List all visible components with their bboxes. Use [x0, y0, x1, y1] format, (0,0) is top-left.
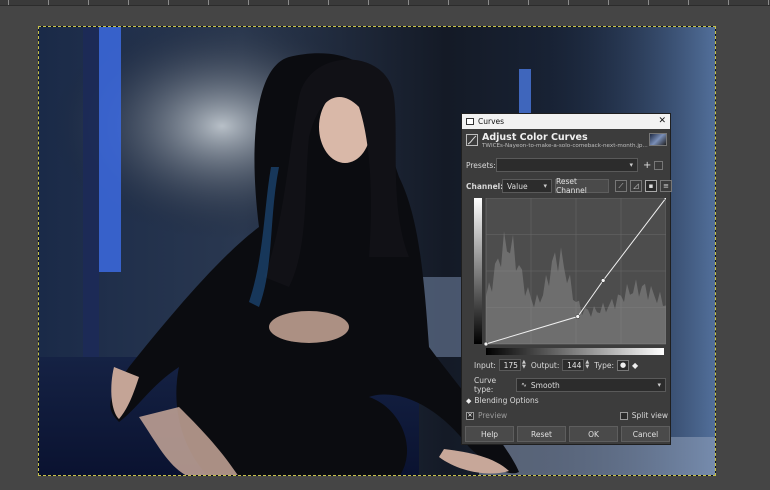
ok-button[interactable]: OK [569, 426, 618, 442]
ruler-tick [288, 0, 289, 5]
image-filename: TWICEs-Nayeon-to-make-a-solo-comeback-ne… [482, 143, 648, 149]
presets-label: Presets: [466, 160, 496, 170]
add-preset-icon[interactable]: + [643, 160, 651, 171]
ruler-tick [608, 0, 609, 5]
ruler-tick [488, 0, 489, 5]
ruler-tick [648, 0, 649, 5]
curve-type-combo[interactable]: ∿ Smooth ▾ [516, 378, 666, 392]
curve-type-row: Curve type: ∿ Smooth ▾ [466, 376, 666, 394]
split-view-label[interactable]: Split view [632, 411, 668, 420]
curve-control-point[interactable] [575, 314, 581, 319]
chevron-down-icon: ▾ [629, 161, 633, 169]
reset-button[interactable]: Reset [517, 426, 566, 442]
linear-histogram-icon[interactable]: ⟋ [615, 180, 627, 192]
curve-type-value: Smooth [530, 380, 560, 390]
curve-type-label: Curve type: [474, 376, 497, 394]
curves-icon [466, 134, 478, 146]
curve-control-point[interactable] [483, 341, 489, 347]
dialog-titlebar[interactable]: Curves ✕ [462, 114, 670, 129]
ruler-tick [448, 0, 449, 5]
output-label: Output: [530, 360, 560, 370]
ruler-tick [48, 0, 49, 5]
curve-graph[interactable] [474, 195, 669, 347]
chevron-down-icon: ▾ [543, 182, 547, 190]
manage-presets-icon[interactable] [654, 160, 664, 170]
ruler-tick [248, 0, 249, 5]
image-editor-workspace: Curves ✕ Adjust Color Curves TWICEs-Naye… [0, 0, 770, 490]
window-icon [466, 118, 474, 125]
input-label: Input: [474, 360, 496, 370]
top-ruler[interactable] [0, 0, 770, 6]
curves-dialog: Curves ✕ Adjust Color Curves TWICEs-Naye… [461, 113, 672, 445]
preview-row: ✕ Preview Split view [466, 411, 668, 420]
ruler-tick [8, 0, 9, 5]
ruler-tick [328, 0, 329, 5]
presets-row: Presets: ▾ + [466, 158, 664, 172]
output-gradient-bar [474, 198, 482, 344]
ruler-tick [768, 0, 769, 5]
split-view-checkbox[interactable] [619, 411, 628, 420]
list-view-icon[interactable]: ≡ [660, 180, 672, 192]
chevron-down-icon: ▾ [657, 381, 661, 389]
dialog-buttons: Help Reset OK Cancel [465, 426, 670, 442]
smooth-curve-icon: ∿ [521, 381, 527, 389]
dialog-heading: Adjust Color Curves [482, 132, 588, 143]
close-icon[interactable]: ✕ [658, 117, 666, 126]
dialog-window-title: Curves [478, 117, 505, 126]
help-button[interactable]: Help [465, 426, 514, 442]
expander-icon[interactable]: ◆ [466, 397, 471, 405]
channel-value: Value [507, 181, 528, 191]
ruler-tick [688, 0, 689, 5]
cancel-button[interactable]: Cancel [621, 426, 670, 442]
channel-label: Channel: [466, 181, 504, 191]
type-label: Type: [594, 360, 615, 370]
input-output-row: Input: 175 ▲ ▼ Output: 144 ▲ ▼ Type: ● ◆ [466, 359, 638, 371]
curve-editor[interactable] [474, 195, 669, 347]
ruler-tick [128, 0, 129, 5]
input-spinner-arrows[interactable]: ▲ ▼ [522, 360, 526, 370]
ruler-tick [568, 0, 569, 5]
image-thumbnail [649, 133, 667, 146]
curve-control-point[interactable] [600, 278, 606, 283]
blending-options-label[interactable]: Blending Options [474, 396, 538, 405]
ruler-tick [728, 0, 729, 5]
channel-combo[interactable]: Value ▾ [502, 179, 552, 193]
presets-combo[interactable]: ▾ [496, 158, 638, 172]
preview-checkbox[interactable]: ✕ [466, 411, 474, 420]
preview-label[interactable]: Preview [478, 411, 507, 420]
input-gradient-bar [486, 348, 664, 355]
input-spinner[interactable]: 175 [498, 359, 521, 371]
ruler-tick [368, 0, 369, 5]
dialog-header: Adjust Color Curves TWICEs-Nayeon-to-mak… [462, 130, 670, 152]
ruler-tick [528, 0, 529, 5]
ruler-tick [88, 0, 89, 5]
blending-options-row[interactable]: ◆ Blending Options [466, 396, 539, 405]
smooth-type-icon[interactable]: ● [617, 359, 630, 371]
corner-type-icon[interactable]: ◆ [632, 361, 638, 370]
histogram-view-icon[interactable]: ▪ [645, 180, 657, 192]
reset-channel-button[interactable]: Reset Channel [555, 177, 609, 195]
ruler-tick [408, 0, 409, 5]
log-histogram-icon[interactable]: ◿ [630, 180, 642, 192]
ruler-tick [168, 0, 169, 5]
output-spinner-arrows[interactable]: ▲ ▼ [585, 360, 589, 370]
output-spinner[interactable]: 144 [562, 359, 585, 371]
ruler-tick [208, 0, 209, 5]
channel-row: Channel: Value ▾ Reset Channel ⟋ ◿ ▪ ≡ [466, 177, 672, 195]
